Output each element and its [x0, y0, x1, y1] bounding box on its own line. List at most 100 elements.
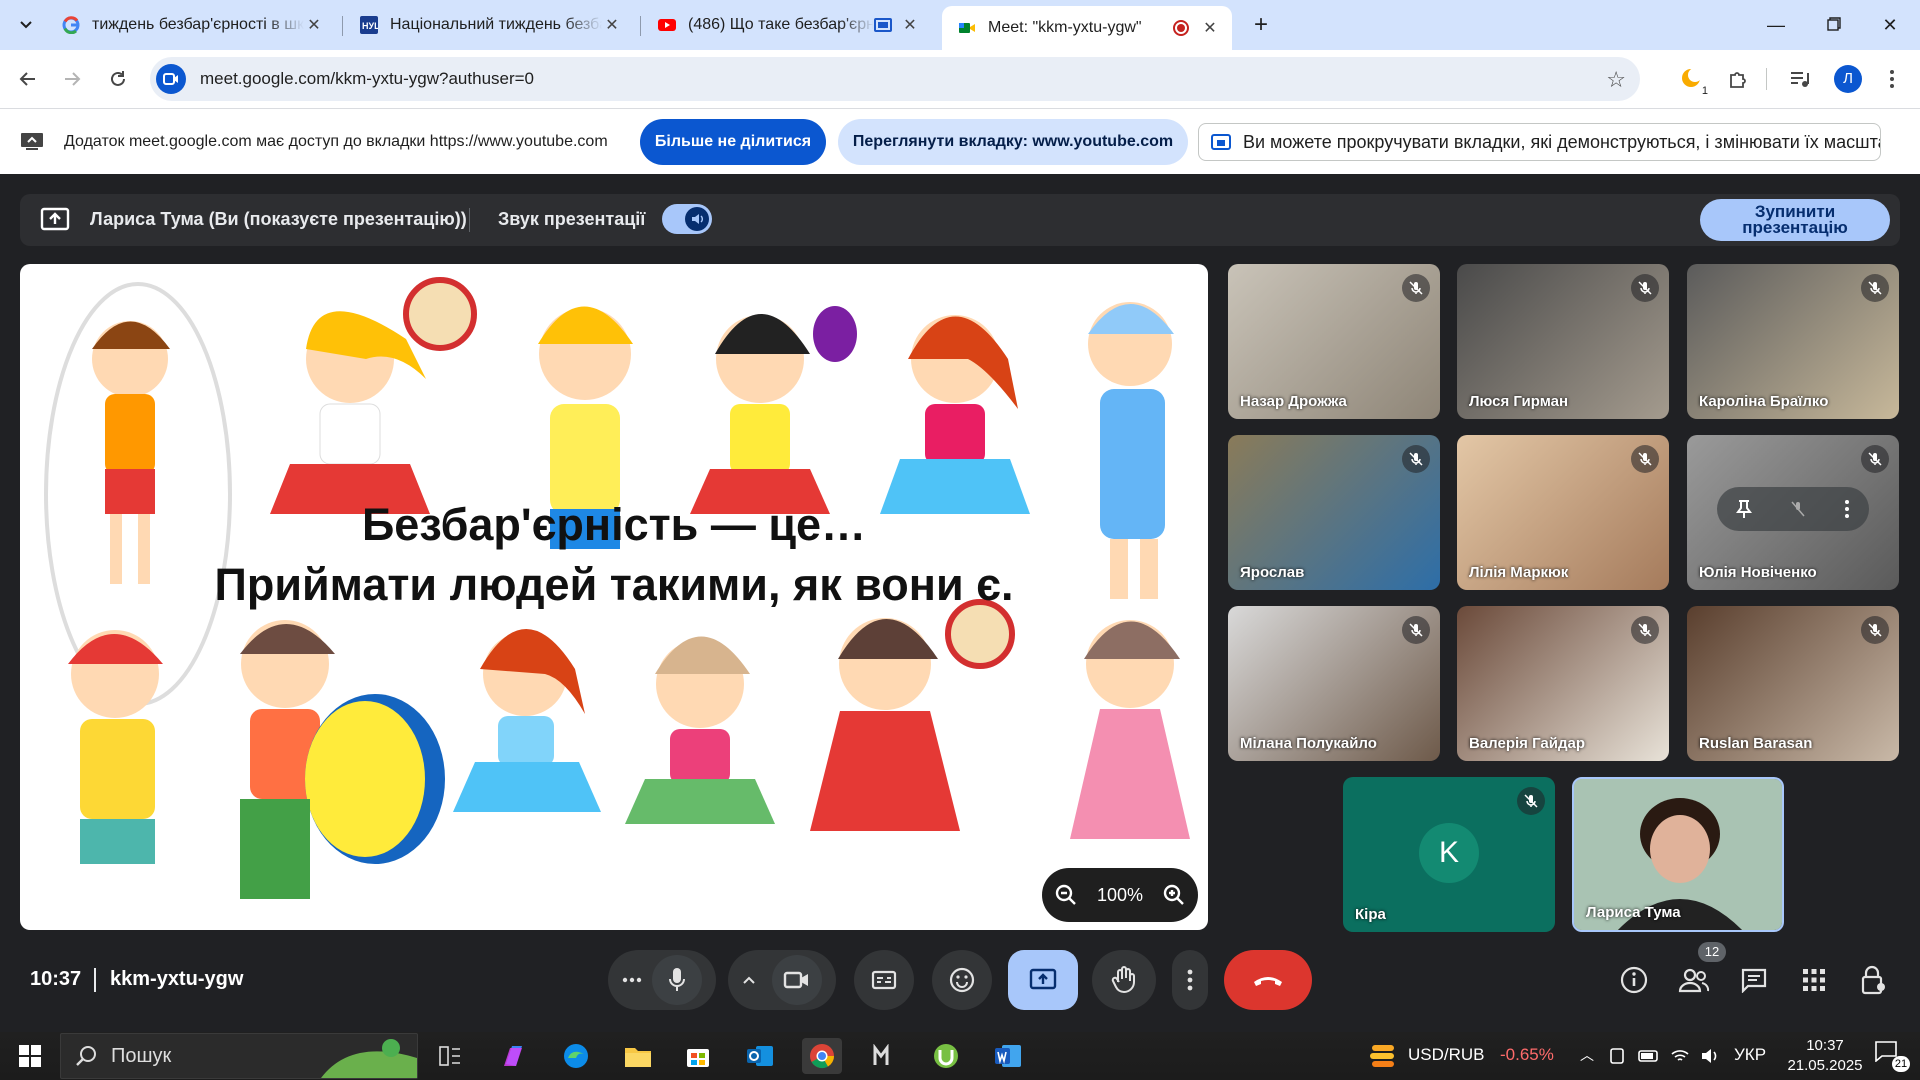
taskbar-app-explorer[interactable] [618, 1038, 658, 1074]
mic-off-icon[interactable] [1790, 500, 1806, 518]
participant-tile[interactable]: Люся Гирман [1457, 264, 1669, 419]
volume-icon[interactable] [1700, 1048, 1720, 1064]
currency-pair[interactable]: USD/RUB [1408, 1045, 1485, 1065]
host-controls-button[interactable] [1856, 962, 1892, 998]
sharing-hint: Ви можете прокручувати вкладки, які демо… [1198, 123, 1881, 161]
child-winter [1088, 302, 1174, 599]
url-text: meet.google.com/kkm-yxtu-ygw?authuser=0 [200, 69, 535, 88]
participant-name: Кіра [1355, 906, 1386, 923]
participant-tile[interactable]: Назар Дрожжа [1228, 264, 1440, 419]
minimize-button[interactable]: — [1756, 8, 1796, 42]
back-button[interactable] [12, 63, 44, 95]
participant-tile[interactable]: Юлія Новіченко [1687, 435, 1899, 590]
task-view-button[interactable] [430, 1038, 470, 1074]
taskbar-search[interactable]: Пошук [60, 1033, 418, 1079]
participant-tile[interactable]: K Кіра [1343, 777, 1555, 932]
taskbar-app-copilot[interactable] [494, 1038, 534, 1074]
pin-icon[interactable] [1736, 499, 1752, 519]
extensions-menu-button[interactable] [1722, 63, 1754, 95]
tab-meet[interactable]: Meet: "kkm-yxtu-ygw" ✕ [942, 6, 1232, 50]
toolbar-divider [1766, 68, 1767, 90]
taskbar-app-generic[interactable] [864, 1038, 904, 1074]
participant-tile[interactable]: Лілія Маркюк [1457, 435, 1669, 590]
zoom-in-icon[interactable] [1162, 883, 1186, 907]
chevron-up-icon[interactable] [742, 975, 756, 985]
participant-tile[interactable]: Ярослав [1228, 435, 1440, 590]
word-icon [995, 1045, 1021, 1067]
tab-google-search[interactable]: тиждень безбар'єрності в шко… ✕ [46, 6, 336, 44]
camera-icon [163, 73, 178, 85]
present-button[interactable] [1008, 950, 1078, 1010]
participant-tile[interactable]: Мілана Полукайло [1228, 606, 1440, 761]
camera-button[interactable] [772, 955, 822, 1005]
site-info-button[interactable] [156, 64, 186, 94]
forward-button[interactable] [56, 63, 88, 95]
captions-button[interactable] [854, 950, 914, 1010]
child-drum [240, 620, 445, 899]
recording-icon [1173, 20, 1189, 36]
stop-presentation-button[interactable]: Зупинити презентацію [1700, 199, 1890, 241]
close-icon[interactable]: ✕ [900, 15, 920, 35]
media-control-button[interactable] [1784, 63, 1816, 95]
participant-name: Лілія Маркюк [1469, 564, 1569, 581]
close-icon[interactable]: ✕ [602, 15, 622, 35]
video-control-group [728, 950, 836, 1010]
participant-tile-self[interactable]: Лариса Тума [1572, 777, 1784, 932]
youtube-icon [658, 19, 676, 31]
chat-button[interactable] [1736, 962, 1772, 998]
kebab-menu-icon[interactable] [1844, 499, 1850, 519]
presentation-sound-toggle[interactable] [662, 204, 712, 234]
close-icon[interactable]: ✕ [1200, 18, 1220, 38]
microphone-button[interactable] [652, 955, 702, 1005]
tab-youtube[interactable]: (486) Що таке безбар'єрніс… ✕ [642, 6, 932, 44]
tab-search-button[interactable] [12, 11, 40, 39]
start-button[interactable] [10, 1038, 50, 1074]
participant-tile[interactable]: Ruslan Barasan [1687, 606, 1899, 761]
activities-button[interactable] [1796, 962, 1832, 998]
participant-tile[interactable]: Кароліна Браїлко [1687, 264, 1899, 419]
close-icon[interactable]: ✕ [304, 15, 324, 35]
meeting-details-button[interactable] [1616, 962, 1652, 998]
browser-menu-button[interactable] [1876, 63, 1908, 95]
close-window-button[interactable]: ✕ [1870, 8, 1910, 42]
tab-nus[interactable]: НУШ Національний тиждень безбар'… ✕ [344, 6, 634, 44]
tile-hover-actions [1717, 487, 1869, 531]
new-tab-button[interactable]: + [1246, 10, 1276, 40]
zoom-out-icon[interactable] [1054, 883, 1078, 907]
taskbar-app-chrome[interactable] [802, 1038, 842, 1074]
tray-overflow-icon[interactable]: ︿ [1580, 1045, 1594, 1065]
mic-off-icon [1402, 445, 1430, 473]
volume-icon [692, 214, 703, 224]
profile-avatar[interactable]: Л [1834, 65, 1862, 93]
taskbar-app-edge[interactable] [556, 1038, 596, 1074]
more-audio-options-icon[interactable] [622, 977, 642, 983]
playlist-icon [1791, 72, 1809, 87]
participant-tile[interactable]: Валерія Гайдар [1457, 606, 1669, 761]
taskbar-app-outlook[interactable] [740, 1038, 780, 1074]
clock[interactable]: 10:37 21.05.2025 [1780, 1036, 1870, 1076]
reload-icon [111, 71, 125, 86]
bookmark-star-icon[interactable]: ☆ [1606, 67, 1626, 93]
restore-button[interactable] [1814, 8, 1854, 42]
leave-call-button[interactable] [1224, 950, 1312, 1010]
stop-sharing-button[interactable]: Більше не ділитися [640, 119, 826, 165]
restore-icon [1827, 17, 1841, 31]
reactions-button[interactable] [932, 950, 992, 1010]
extension-button[interactable]: 1 [1676, 63, 1708, 97]
tray-device-icon[interactable] [1608, 1047, 1626, 1065]
notifications-button[interactable]: 21 [1874, 1040, 1910, 1072]
people-button[interactable] [1676, 962, 1712, 998]
taskbar-app-store[interactable] [678, 1038, 718, 1074]
taskbar-app-utorrent[interactable] [926, 1038, 966, 1074]
address-bar[interactable]: meet.google.com/kkm-yxtu-ygw?authuser=0 … [150, 57, 1640, 101]
battery-icon[interactable] [1638, 1049, 1660, 1063]
reload-button[interactable] [102, 63, 134, 95]
input-language[interactable]: УКР [1734, 1045, 1766, 1065]
more-options-button[interactable] [1172, 950, 1208, 1010]
tab-zoom-icon [1211, 134, 1231, 150]
taskbar-app-word[interactable] [988, 1038, 1028, 1074]
raise-hand-button[interactable] [1092, 950, 1156, 1010]
participant-name: Лариса Тума [1586, 904, 1681, 921]
wifi-icon[interactable] [1670, 1048, 1690, 1064]
view-tab-button[interactable]: Переглянути вкладку: www.youtube.com [838, 119, 1188, 165]
